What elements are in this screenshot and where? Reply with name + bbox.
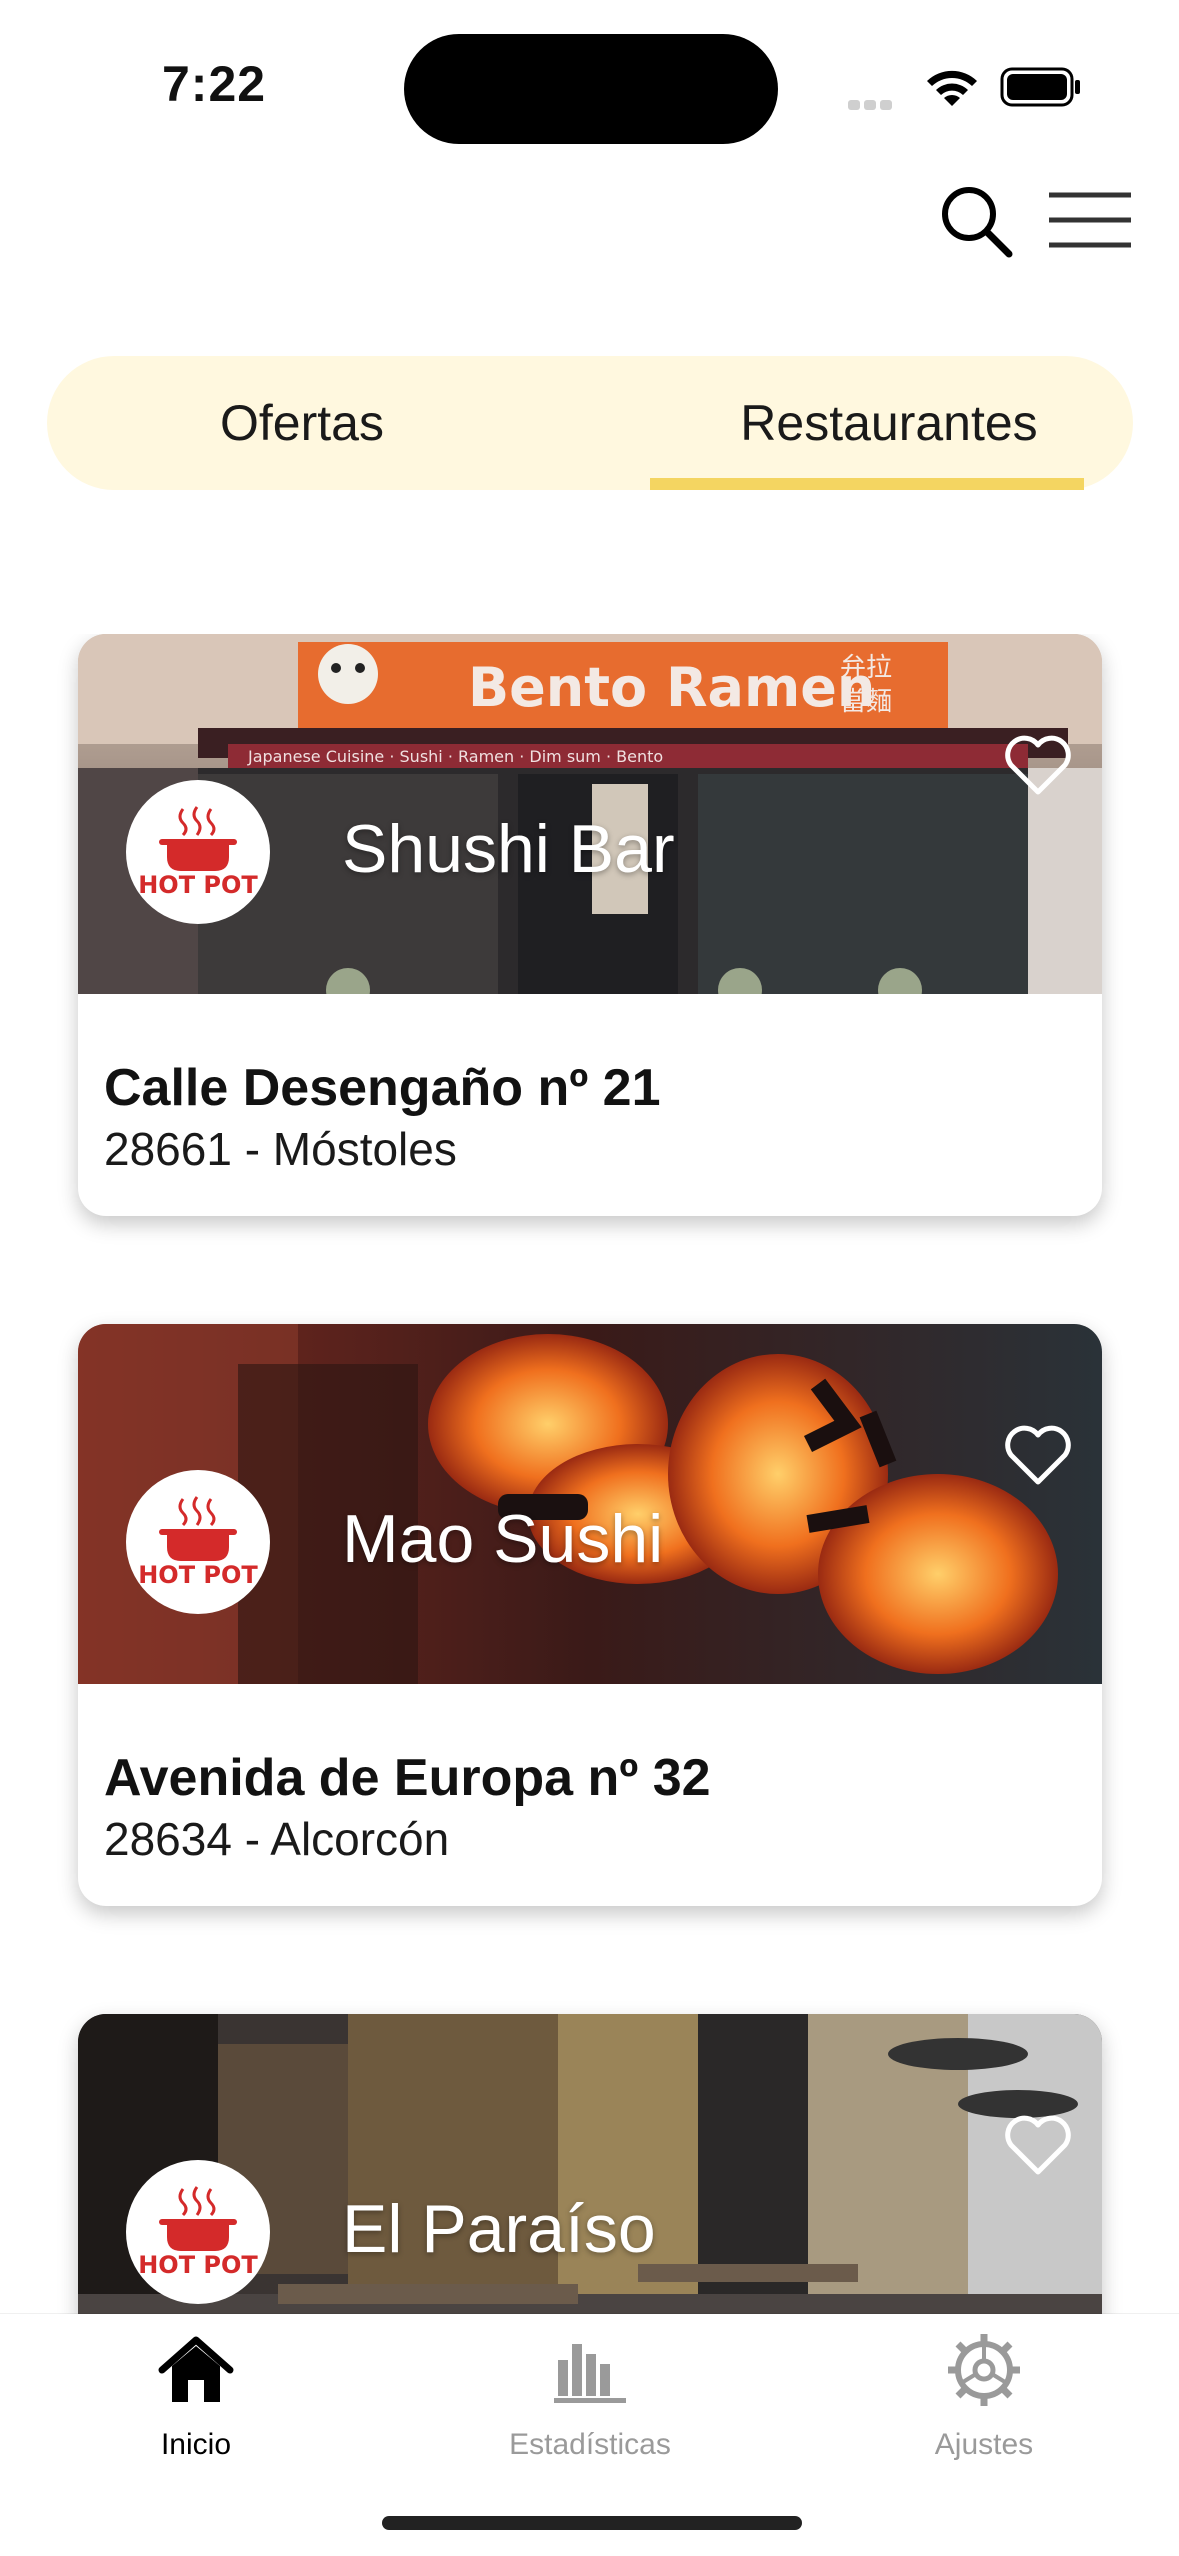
restaurant-city: 28634 - Alcorcón	[104, 1812, 449, 1866]
status-bar: 7:22	[0, 0, 1179, 170]
hot-pot-icon	[153, 1495, 243, 1565]
restaurant-card[interactable]: HOT POT El Paraíso	[78, 2014, 1102, 2314]
restaurant-logo: HOT POT	[126, 2160, 270, 2304]
favorite-heart-icon[interactable]	[1003, 1424, 1073, 1488]
top-actions	[0, 170, 1179, 290]
sign-title: Bento Ramen	[468, 656, 875, 719]
home-icon	[156, 2330, 236, 2410]
tabbar-item-ajustes[interactable]: Ajustes	[864, 2330, 1104, 2480]
restaurant-logo: HOT POT	[126, 1470, 270, 1614]
restaurant-name: Shushi Bar	[342, 810, 675, 888]
restaurant-street: Avenida de Europa nº 32	[104, 1748, 711, 1808]
segmented-tabs: Ofertas Restaurantes	[47, 356, 1133, 490]
cellular-signal-icon	[848, 97, 912, 107]
hot-pot-icon	[153, 2185, 243, 2255]
bar-chart-icon	[550, 2330, 630, 2410]
battery-icon	[1000, 67, 1082, 107]
restaurant-city: 28661 - Móstoles	[104, 1122, 457, 1176]
favorite-heart-icon[interactable]	[1003, 2114, 1073, 2178]
hot-pot-icon	[153, 805, 243, 875]
sign-cjk: 弁拉	[840, 653, 892, 683]
sign-cjk-2: 當麵	[840, 687, 892, 717]
restaurant-list[interactable]: Bento Ramen 弁拉 當麵 Japanese Cuisine · Sus…	[0, 634, 1179, 2314]
restaurant-logo: HOT POT	[126, 780, 270, 924]
logo-text: HOT POT	[138, 1561, 258, 1589]
restaurant-name: Mao Sushi	[342, 1500, 663, 1578]
restaurant-name: El Paraíso	[342, 2190, 656, 2268]
wifi-icon	[922, 62, 982, 112]
tabbar-label: Estadísticas	[470, 2428, 710, 2462]
logo-text: HOT POT	[138, 2251, 258, 2279]
gear-icon	[944, 2330, 1024, 2410]
restaurant-card[interactable]: HOT POT Mao Sushi Avenida de Europa nº 3…	[78, 1324, 1102, 1906]
tab-ofertas[interactable]: Ofertas	[107, 356, 497, 490]
tabbar-label: Ajustes	[864, 2428, 1104, 2462]
home-indicator[interactable]	[382, 2516, 802, 2530]
dynamic-island	[404, 34, 778, 144]
active-tab-indicator	[650, 478, 1084, 490]
hamburger-menu-icon[interactable]	[1045, 185, 1135, 255]
tabbar-label: Inicio	[76, 2428, 316, 2462]
sign-strip: Japanese Cuisine · Sushi · Ramen · Dim s…	[247, 747, 663, 766]
tabbar-item-estadisticas[interactable]: Estadísticas	[470, 2330, 710, 2480]
logo-text: HOT POT	[138, 871, 258, 899]
tabbar-item-inicio[interactable]: Inicio	[76, 2330, 316, 2480]
restaurant-street: Calle Desengaño nº 21	[104, 1058, 661, 1118]
status-time: 7:22	[162, 55, 266, 113]
search-icon[interactable]	[935, 180, 1015, 260]
tab-restaurantes[interactable]: Restaurantes	[651, 356, 1127, 490]
favorite-heart-icon[interactable]	[1003, 734, 1073, 798]
restaurant-card[interactable]: Bento Ramen 弁拉 當麵 Japanese Cuisine · Sus…	[78, 634, 1102, 1216]
